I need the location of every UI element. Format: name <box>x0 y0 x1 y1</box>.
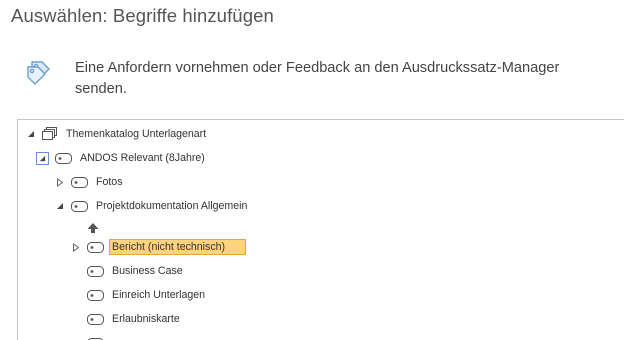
tree-node-label: Projektdokumentation Allgemein <box>96 200 248 212</box>
tree-node-label: Business Case <box>112 265 183 277</box>
term-icon <box>87 241 104 253</box>
dialog-title: Auswählen: Begriffe hinzufügen <box>11 5 274 26</box>
term-tree: Themenkatalog Unterlagenart ANDOS Releva… <box>17 119 624 340</box>
tree-root-label: Themenkatalog Unterlagenart <box>66 128 207 140</box>
collapse-toggle-icon[interactable] <box>26 124 36 144</box>
expand-toggle-icon[interactable] <box>55 172 65 192</box>
term-icon <box>87 265 104 277</box>
tree-node-label: Bericht (nicht technisch) <box>109 239 247 255</box>
tree-node[interactable]: Fotos <box>55 172 125 192</box>
expand-toggle-icon[interactable] <box>71 237 81 257</box>
tree-node-label: Erlaubniskarte <box>112 313 180 325</box>
tree-node-selected[interactable]: Bericht (nicht technisch) <box>71 237 247 257</box>
tree-node-partial[interactable] <box>71 333 104 340</box>
term-store-icon <box>42 127 58 141</box>
tree-node[interactable]: Erlaubniskarte <box>71 309 182 329</box>
select-terms-dialog: Auswählen: Begriffe hinzufügen Eine Anfo… <box>0 0 625 340</box>
tree-node[interactable]: Einreich Unterlagen <box>71 285 207 305</box>
feedback-link-text[interactable]: Eine Anfordern vornehmen oder Feedback a… <box>75 58 615 100</box>
tree-node[interactable]: ANDOS Relevant (8Jahre) <box>36 148 207 168</box>
term-icon <box>71 200 88 212</box>
tree-node-label: ANDOS Relevant (8Jahre) <box>80 152 205 164</box>
tree-node-label: Einreich Unterlagen <box>112 289 206 301</box>
term-icon <box>87 313 104 325</box>
term-icon <box>71 176 88 188</box>
tree-node-label: Fotos <box>96 176 123 188</box>
arrow-up-icon[interactable] <box>86 221 100 235</box>
term-icon <box>87 289 104 301</box>
tree-node[interactable]: Business Case <box>71 261 185 281</box>
collapse-toggle-icon[interactable] <box>55 196 65 216</box>
tags-icon[interactable] <box>22 56 54 88</box>
term-icon <box>55 152 72 164</box>
tree-node[interactable]: Projektdokumentation Allgemein <box>55 196 249 216</box>
tree-root-node[interactable]: Themenkatalog Unterlagenart <box>26 124 208 144</box>
collapse-toggle-icon[interactable] <box>36 151 49 165</box>
